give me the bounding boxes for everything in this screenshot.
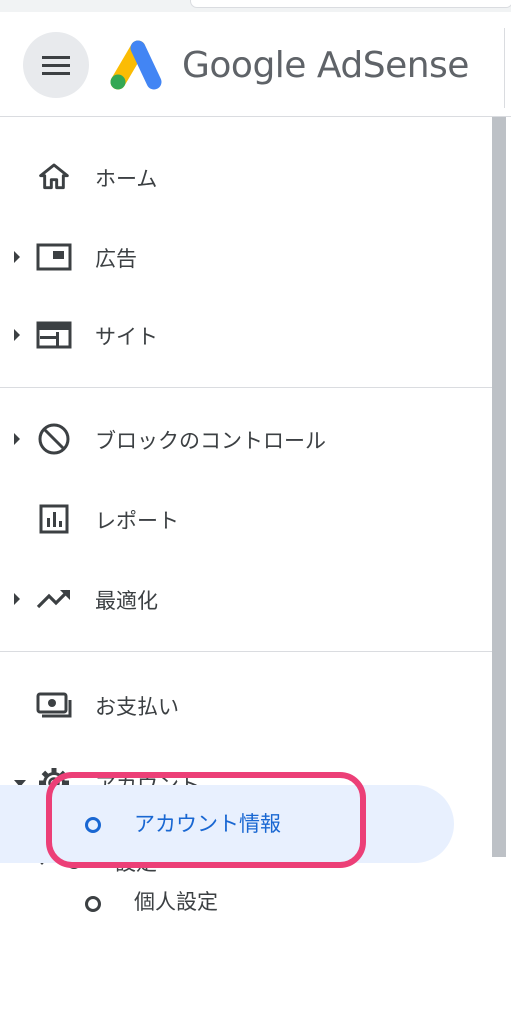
block-icon [36,421,72,457]
hamburger-icon [42,56,70,75]
nav-item-label: サイト [95,325,158,349]
sites-icon [36,317,72,353]
ads-icon [36,239,72,275]
header-divider [504,28,505,108]
adsense-logo-icon [110,40,162,90]
home-icon [36,159,72,195]
nav-item-optimize[interactable]: 最適化 [0,569,492,629]
nav-item-home[interactable]: ホーム [0,147,492,207]
expand-caret-icon [14,251,20,263]
trending-icon [36,581,72,617]
nav-item-label: レポート [95,509,179,533]
nav-item-sites[interactable]: サイト [0,305,492,365]
app-title: Google AdSense [182,45,469,86]
app-header: Google AdSense [0,12,511,117]
nav-item-label: 個人設定 [134,890,218,914]
nav-item-report[interactable]: レポート [0,489,492,549]
nav-item-payments[interactable]: お支払い [0,675,492,735]
nav-item-label: ホーム [95,167,158,191]
report-icon [36,501,72,537]
browser-top-strip [0,0,511,12]
expand-caret-icon [14,593,20,605]
nav-divider [0,387,492,388]
nav-item-label: 広告 [95,247,137,271]
scrollbar[interactable] [492,117,506,857]
main-menu-button[interactable] [23,32,89,98]
nav-item-personal-settings[interactable]: 個人設定 [0,872,492,932]
nav-item-ads[interactable]: 広告 [0,227,492,287]
expand-caret-icon [14,329,20,341]
address-bar-edge [190,0,511,8]
expand-caret-icon [14,433,20,445]
nav-item-block-controls[interactable]: ブロックのコントロール [0,409,492,469]
ring-dot-icon [85,896,101,912]
nav-item-label: ブロックのコントロール [95,429,326,453]
nav-divider [0,651,492,652]
nav-item-label: お支払い [95,695,179,719]
nav-item-label: 最適化 [95,589,158,613]
payments-icon [36,687,72,723]
annotation-highlight-frame [46,772,366,868]
